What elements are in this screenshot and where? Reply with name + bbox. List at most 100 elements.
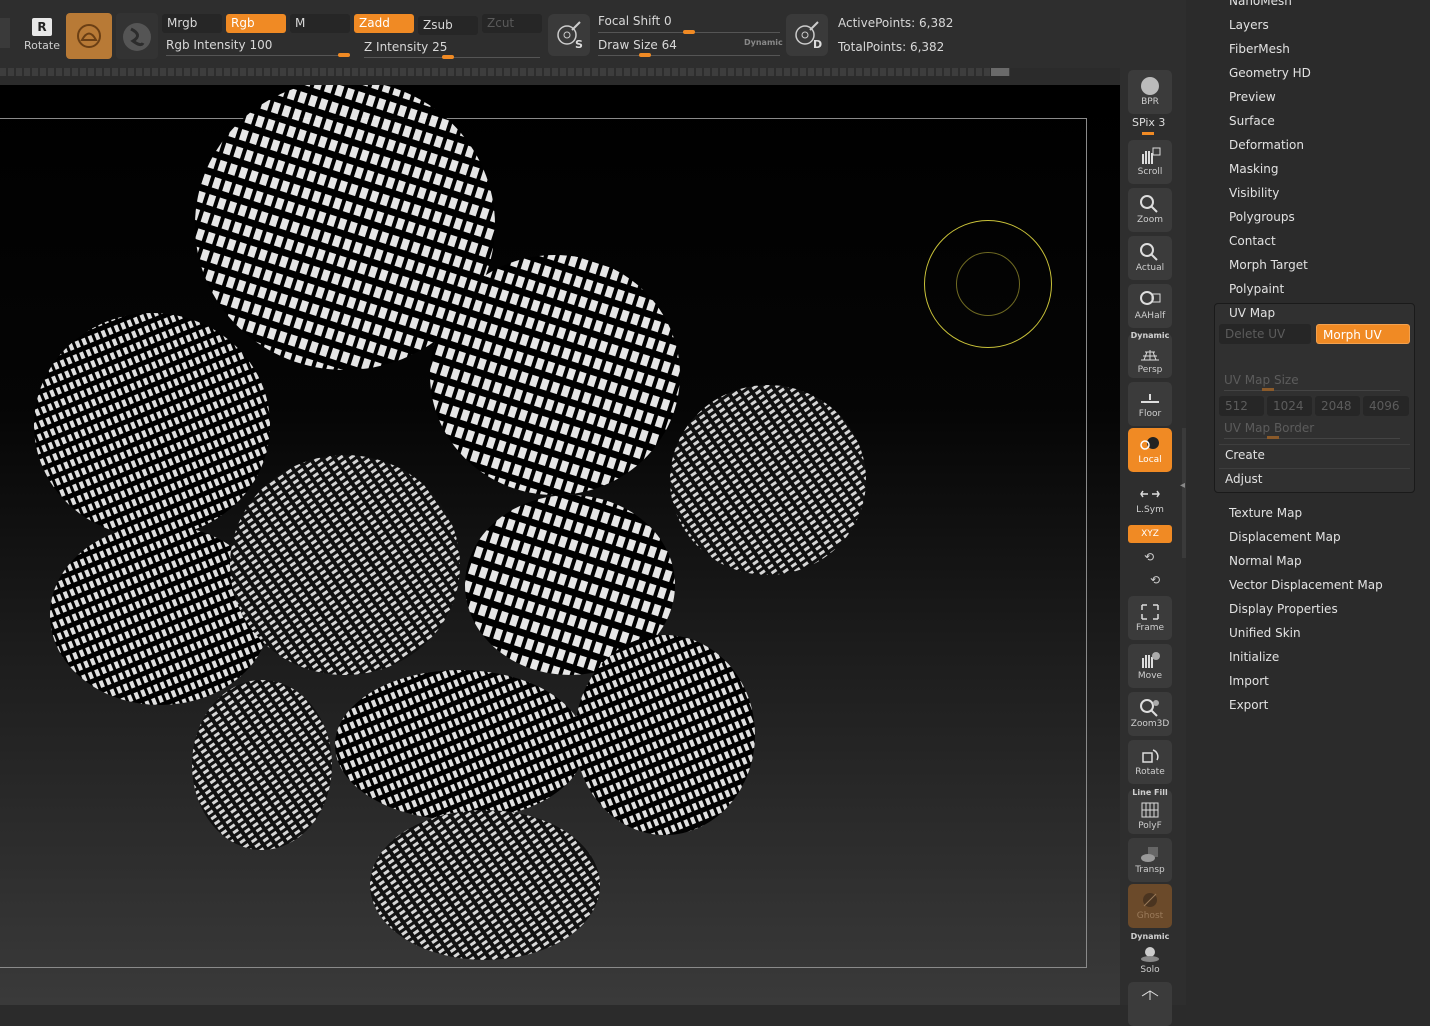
lsym-button[interactable]: L.Sym — [1128, 478, 1172, 522]
ghost-button[interactable]: Ghost — [1128, 884, 1172, 928]
draw-size-knob[interactable] — [639, 53, 651, 57]
texture-button[interactable] — [116, 13, 158, 59]
persp-button[interactable]: Dynamic Persp — [1128, 331, 1172, 378]
uv-size-1024[interactable]: 1024 — [1267, 396, 1312, 416]
uv-map-size-slider[interactable]: UV Map Size — [1224, 373, 1299, 387]
z-intensity-knob[interactable] — [442, 55, 454, 59]
uv-size-512[interactable]: 512 — [1219, 396, 1264, 416]
document-canvas[interactable] — [0, 85, 1120, 1005]
rgb-toggle[interactable]: Rgb — [226, 14, 286, 33]
menu-item-contact[interactable]: Contact — [1229, 234, 1276, 248]
rgb-intensity-knob[interactable] — [338, 53, 350, 57]
uv-map-border-slider[interactable]: UV Map Border — [1224, 421, 1314, 435]
m-toggle[interactable]: M — [290, 14, 350, 33]
zsub-toggle[interactable]: Zsub — [418, 16, 478, 35]
rotate-view-label: Rotate — [1135, 767, 1165, 777]
rgb-intensity-value: 100 — [249, 38, 273, 52]
zoom3d-button[interactable]: Zoom3D — [1128, 692, 1172, 736]
menu-item-vector-displacement-map[interactable]: Vector Displacement Map — [1229, 578, 1383, 592]
floor-icon — [1141, 394, 1159, 403]
menu-item-masking[interactable]: Masking — [1229, 162, 1278, 176]
uv-map-title[interactable]: UV Map — [1229, 306, 1275, 320]
horizontal-scrollbar[interactable] — [0, 68, 1010, 76]
menu-item-surface[interactable]: Surface — [1229, 114, 1275, 128]
delete-uv-button[interactable]: Delete UV — [1219, 324, 1311, 344]
uv-sphere — [370, 810, 600, 960]
collapse-tray-icon[interactable]: ◂ — [1180, 480, 1185, 491]
menu-item-polygroups[interactable]: Polygroups — [1229, 210, 1295, 224]
material-button[interactable] — [66, 13, 112, 59]
menu-item-morph-target[interactable]: Morph Target — [1229, 258, 1308, 272]
solo-button[interactable]: Dynamic Solo — [1128, 932, 1172, 982]
ghost-label: Ghost — [1136, 911, 1164, 921]
zadd-toggle[interactable]: Zadd — [354, 14, 414, 33]
uv-size-2048[interactable]: 2048 — [1315, 396, 1360, 416]
active-points-readout: ActivePoints: 6,382 — [838, 16, 953, 30]
menu-item-import[interactable]: Import — [1229, 674, 1269, 688]
menu-item-preview[interactable]: Preview — [1229, 90, 1276, 104]
spix-slider[interactable]: SPix 3 — [1132, 116, 1165, 129]
bpr-button[interactable]: BPR — [1128, 70, 1172, 114]
mrgb-toggle[interactable]: Mrgb — [162, 14, 222, 33]
rotate-z-axis-icon[interactable]: ⟲ — [1150, 573, 1160, 587]
create-subpalette[interactable]: Create — [1225, 448, 1265, 462]
zcut-toggle[interactable]: Zcut — [482, 14, 542, 33]
uv-map-size-knob[interactable] — [1262, 388, 1274, 391]
rotate-tool-button[interactable]: R Rotate — [22, 10, 62, 54]
menu-item-export[interactable]: Export — [1229, 698, 1268, 712]
menu-item-displacement-map[interactable]: Displacement Map — [1229, 530, 1341, 544]
uv-map-subpalette: UV Map Delete UV Morph UV UV Map Size 51… — [1214, 303, 1415, 493]
menu-item-initialize[interactable]: Initialize — [1229, 650, 1279, 664]
focal-shift-slider[interactable]: Focal Shift 0 — [598, 14, 672, 28]
frame-button[interactable]: Frame — [1128, 596, 1172, 640]
partial-tool-button[interactable] — [0, 18, 10, 48]
menu-item-layers[interactable]: Layers — [1229, 18, 1269, 32]
spix-knob[interactable] — [1142, 132, 1154, 135]
menu-item-polypaint[interactable]: Polypaint — [1229, 282, 1284, 296]
uv-sphere — [230, 455, 460, 675]
rotate-y-axis-icon[interactable]: ⟲ — [1144, 550, 1154, 564]
move-button[interactable]: Move — [1128, 644, 1172, 688]
menu-item-deformation[interactable]: Deformation — [1229, 138, 1304, 152]
morph-uv-button[interactable]: Morph UV — [1316, 324, 1410, 344]
menu-item-unified-skin[interactable]: Unified Skin — [1229, 626, 1301, 640]
rgb-intensity-slider[interactable]: Rgb Intensity 100 — [166, 38, 272, 52]
focal-shift-knob[interactable] — [683, 30, 695, 34]
uv-map-border-knob[interactable] — [1267, 436, 1279, 439]
menu-item-display-properties[interactable]: Display Properties — [1229, 602, 1338, 616]
aahalf-button[interactable]: AAHalf — [1128, 284, 1172, 328]
focal-shift-value: 0 — [664, 14, 672, 28]
adjust-subpalette[interactable]: Adjust — [1225, 472, 1263, 486]
stroke-s-button[interactable]: S — [548, 14, 590, 56]
xyz-toggle[interactable]: XYZ — [1128, 525, 1172, 543]
menu-item-normal-map[interactable]: Normal Map — [1229, 554, 1302, 568]
floor-button[interactable]: Floor — [1128, 382, 1172, 426]
draw-size-slider[interactable]: Draw Size 64 — [598, 38, 677, 52]
polyf-button[interactable]: Line Fill PolyF — [1128, 788, 1172, 834]
uv-sphere — [670, 385, 866, 575]
menu-item-visibility[interactable]: Visibility — [1229, 186, 1279, 200]
dynamic-toggle[interactable]: Dynamic — [744, 38, 783, 47]
rotate-view-button[interactable]: Rotate — [1128, 740, 1172, 784]
zoom-button[interactable]: Zoom — [1128, 188, 1172, 232]
xpose-button[interactable] — [1128, 982, 1172, 1026]
rotate-tool-label: Rotate — [23, 39, 60, 52]
uv-size-4096[interactable]: 4096 — [1363, 396, 1409, 416]
actual-button[interactable]: Actual — [1128, 236, 1172, 280]
horizontal-scrollbar-thumb[interactable] — [991, 68, 1009, 76]
stroke-d-button[interactable]: D — [786, 14, 828, 56]
perspective-grid-icon — [1141, 350, 1159, 361]
menu-item-nanomesh[interactable]: NanoMesh — [1229, 0, 1292, 8]
menu-item-texture-map[interactable]: Texture Map — [1229, 506, 1302, 520]
local-button[interactable]: Local — [1128, 428, 1172, 472]
top-toolbar: R Rotate Mrgb Rgb M Zadd Zsub Zcut Rgb I… — [0, 0, 1200, 68]
z-intensity-slider[interactable]: Z Intensity 25 — [364, 40, 447, 54]
scroll-button[interactable]: Scroll — [1128, 140, 1172, 184]
z-intensity-value: 25 — [432, 40, 448, 54]
solo-label: Solo — [1140, 965, 1160, 975]
menu-item-geometry-hd[interactable]: Geometry HD — [1229, 66, 1311, 80]
menu-item-fibermesh[interactable]: FiberMesh — [1229, 42, 1290, 56]
polyf-linefill-tag: Line Fill — [1132, 788, 1168, 797]
transp-button[interactable]: Transp — [1128, 838, 1172, 882]
texture-sphere-icon — [123, 23, 151, 51]
